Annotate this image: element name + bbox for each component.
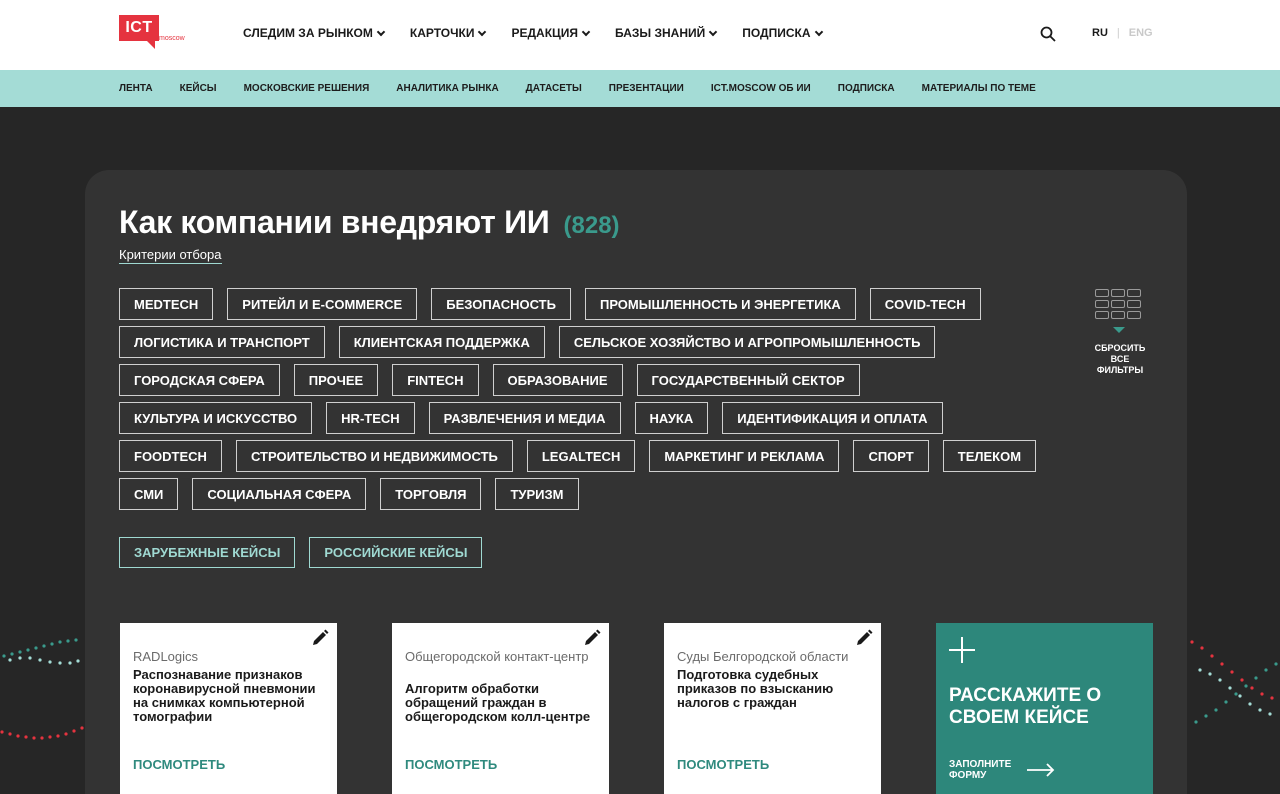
subnav-list: ЛЕНТА КЕЙСЫ МОСКОВСКИЕ РЕШЕНИЯ АНАЛИТИКА… bbox=[119, 70, 1036, 107]
card-title: Подготовка судебных приказов по взыскани… bbox=[677, 667, 834, 710]
pencil-icon[interactable] bbox=[855, 629, 873, 647]
lang-eng-link[interactable]: ENG bbox=[1129, 27, 1153, 39]
filter-tag[interactable]: МАРКЕТИНГ И РЕКЛАМА bbox=[649, 440, 840, 472]
section-subnav: ЛЕНТА КЕЙСЫ МОСКОВСКИЕ РЕШЕНИЯ АНАЛИТИКА… bbox=[0, 70, 1280, 107]
filter-tag[interactable]: СОЦИАЛЬНАЯ СФЕРА bbox=[192, 478, 367, 510]
filter-tag[interactable]: ТЕЛЕКОМ bbox=[942, 440, 1037, 472]
submit-case-title: РАССКАЖИТЕ О СВОЕМ КЕЙСЕ bbox=[949, 685, 1102, 728]
caret-down-icon bbox=[1113, 327, 1125, 333]
filter-tag[interactable]: КЛИЕНТСКАЯ ПОДДЕРЖКА bbox=[338, 326, 545, 358]
card-view-link[interactable]: ПОСМОТРЕТЬ bbox=[133, 757, 225, 772]
filter-tag[interactable]: FOODTECH bbox=[119, 440, 222, 472]
main-nav: СЛЕДИМ ЗА РЫНКОМ КАРТОЧКИ РЕДАКЦИЯ БАЗЫ … bbox=[243, 26, 823, 40]
page-title: Как компании внедряют ИИ bbox=[119, 204, 550, 240]
nav-item-label: СЛЕДИМ ЗА РЫНКОМ bbox=[243, 26, 373, 40]
subnav-item-cases[interactable]: КЕЙСЫ bbox=[180, 83, 217, 94]
pencil-icon[interactable] bbox=[311, 629, 329, 647]
fill-form-link[interactable]: ЗАПОЛНИТЕ ФОРМУ bbox=[949, 759, 1055, 781]
nav-item-label: РЕДАКЦИЯ bbox=[511, 26, 579, 40]
filter-tag[interactable]: ТОРГОВЛЯ bbox=[380, 478, 482, 510]
filter-tag[interactable]: НАУКА bbox=[634, 402, 709, 434]
chevron-down-icon bbox=[376, 27, 386, 36]
card-title: Алгоритм обработки обращений граждан в о… bbox=[405, 681, 591, 724]
subnav-item-about-ai[interactable]: ICT.MOSCOW ОБ ИИ bbox=[711, 83, 811, 94]
subnav-item-presentations[interactable]: ПРЕЗЕНТАЦИИ bbox=[609, 83, 684, 94]
logo-subtitle: moscow bbox=[159, 35, 185, 42]
card-view-link[interactable]: ПОСМОТРЕТЬ bbox=[677, 757, 769, 772]
filter-tag[interactable]: ОБРАЗОВАНИЕ bbox=[492, 364, 623, 396]
subnav-item-feed[interactable]: ЛЕНТА bbox=[119, 83, 153, 94]
logo-tail-shape bbox=[145, 39, 155, 49]
subnav-item-related-materials[interactable]: МАТЕРИАЛЫ ПО ТЕМЕ bbox=[922, 83, 1036, 94]
card-company: RADLogics bbox=[133, 649, 199, 664]
reset-filters-label: СБРОСИТЬ ВСЕ ФИЛЬТРЫ bbox=[1094, 343, 1146, 375]
nav-item-label: ПОДПИСКА bbox=[742, 26, 811, 40]
lang-ru-link[interactable]: RU bbox=[1092, 27, 1108, 39]
filter-tag[interactable]: FINTECH bbox=[392, 364, 479, 396]
filter-tag[interactable]: СПОРТ bbox=[853, 440, 929, 472]
case-card[interactable]: RADLogics Распознавание признаков корона… bbox=[120, 623, 337, 794]
nav-item-cards[interactable]: КАРТОЧКИ bbox=[409, 26, 487, 40]
decorative-dots-right bbox=[1190, 640, 1278, 724]
filter-tag[interactable]: ТУРИЗМ bbox=[495, 478, 579, 510]
card-view-link[interactable]: ПОСМОТРЕТЬ bbox=[405, 757, 497, 772]
ict-moscow-logo[interactable]: ICT moscow bbox=[119, 15, 191, 51]
filter-tag[interactable]: COVID-TECH bbox=[869, 288, 981, 320]
filter-tag[interactable]: MEDTECH bbox=[119, 288, 214, 320]
plus-icon bbox=[949, 637, 975, 663]
subnav-item-datasets[interactable]: ДАТАСЕТЫ bbox=[526, 83, 582, 94]
subnav-item-subscription[interactable]: ПОДПИСКА bbox=[838, 83, 895, 94]
origin-filters: ЗАРУБЕЖНЫЕ КЕЙСЫ РОССИЙСКИЕ КЕЙСЫ bbox=[119, 537, 483, 568]
foreign-cases-button[interactable]: ЗАРУБЕЖНЫЕ КЕЙСЫ bbox=[119, 537, 296, 568]
filter-tag[interactable]: ПРОМЫШЛЕННОСТЬ И ЭНЕРГЕТИКА bbox=[584, 288, 856, 320]
title-row: Как компании внедряют ИИ (828) bbox=[119, 204, 620, 241]
arrow-right-icon bbox=[1027, 763, 1055, 777]
pencil-icon[interactable] bbox=[583, 629, 601, 647]
search-icon[interactable] bbox=[1040, 26, 1056, 42]
nav-item-editorial[interactable]: РЕДАКЦИЯ bbox=[511, 26, 591, 40]
nav-item-subscription[interactable]: ПОДПИСКА bbox=[742, 26, 823, 40]
filter-tag[interactable]: ИДЕНТИФИКАЦИЯ И ОПЛАТА bbox=[722, 402, 943, 434]
filter-tag[interactable]: ГОСУДАРСТВЕННЫЙ СЕКТОР bbox=[636, 364, 860, 396]
language-switcher: RU | ENG bbox=[1092, 27, 1153, 39]
top-header: ICT moscow СЛЕДИМ ЗА РЫНКОМ КАРТОЧКИ РЕД… bbox=[0, 0, 1280, 70]
industry-filter-tags: MEDTECH РИТЕЙЛ И E-COMMERCE БЕЗОПАСНОСТЬ… bbox=[119, 288, 1059, 510]
selection-criteria-link[interactable]: Критерии отбора bbox=[119, 247, 222, 264]
lang-separator: | bbox=[1116, 27, 1120, 39]
card-title: Распознавание признаков коронавирусной п… bbox=[133, 667, 316, 724]
subnav-item-market-analytics[interactable]: АНАЛИТИКА РЫНКА bbox=[396, 83, 498, 94]
filter-tag[interactable]: LEGALTECH bbox=[526, 440, 636, 472]
chevron-down-icon bbox=[478, 27, 487, 36]
logo-mark: ICT bbox=[119, 15, 159, 41]
filter-tag[interactable]: СЕЛЬСКОЕ ХОЗЯЙСТВО И АГРОПРОМЫШЛЕННОСТЬ bbox=[558, 326, 936, 358]
decorative-dots-left bbox=[0, 638, 84, 740]
chevron-down-icon bbox=[814, 27, 823, 36]
subnav-item-moscow-solutions[interactable]: МОСКОВСКИЕ РЕШЕНИЯ bbox=[244, 83, 370, 94]
card-company: Суды Белгородской области bbox=[677, 649, 849, 664]
submit-case-card[interactable]: РАССКАЖИТЕ О СВОЕМ КЕЙСЕ ЗАПОЛНИТЕ ФОРМУ bbox=[936, 623, 1153, 794]
filter-tag[interactable]: СМИ bbox=[119, 478, 179, 510]
nav-item-market[interactable]: СЛЕДИМ ЗА РЫНКОМ bbox=[243, 26, 386, 40]
nav-item-label: БАЗЫ ЗНАНИЙ bbox=[615, 26, 706, 40]
nav-item-label: КАРТОЧКИ bbox=[409, 26, 475, 40]
case-card[interactable]: Суды Белгородской области Подготовка суд… bbox=[664, 623, 881, 794]
filter-tag[interactable]: БЕЗОПАСНОСТЬ bbox=[431, 288, 571, 320]
chevron-down-icon bbox=[709, 27, 718, 36]
card-company: Общегородской контакт-центр bbox=[405, 649, 589, 664]
filter-tag[interactable]: КУЛЬТУРА И ИСКУССТВО bbox=[119, 402, 313, 434]
filter-tag[interactable]: ГОРОДСКАЯ СФЕРА bbox=[119, 364, 280, 396]
cases-count: (828) bbox=[563, 212, 620, 239]
filter-tag[interactable]: ЛОГИСТИКА И ТРАНСПОРТ bbox=[119, 326, 325, 358]
case-card[interactable]: Общегородской контакт-центр Алгоритм обр… bbox=[392, 623, 609, 794]
filter-grid-icon bbox=[1095, 289, 1145, 323]
fill-form-label: ЗАПОЛНИТЕ ФОРМУ bbox=[949, 759, 1012, 781]
chevron-down-icon bbox=[581, 27, 591, 36]
filter-tag[interactable]: СТРОИТЕЛЬСТВО И НЕДВИЖИМОСТЬ bbox=[235, 440, 513, 472]
filter-tag[interactable]: РИТЕЙЛ И E-COMMERCE bbox=[227, 288, 418, 320]
nav-item-knowledge-base[interactable]: БАЗЫ ЗНАНИЙ bbox=[615, 26, 718, 40]
filter-tag[interactable]: HR-TECH bbox=[326, 402, 415, 434]
filter-tag[interactable]: ПРОЧЕЕ bbox=[293, 364, 379, 396]
filter-tag[interactable]: РАЗВЛЕЧЕНИЯ И МЕДИА bbox=[428, 402, 621, 434]
russian-cases-button[interactable]: РОССИЙСКИЕ КЕЙСЫ bbox=[309, 537, 483, 568]
